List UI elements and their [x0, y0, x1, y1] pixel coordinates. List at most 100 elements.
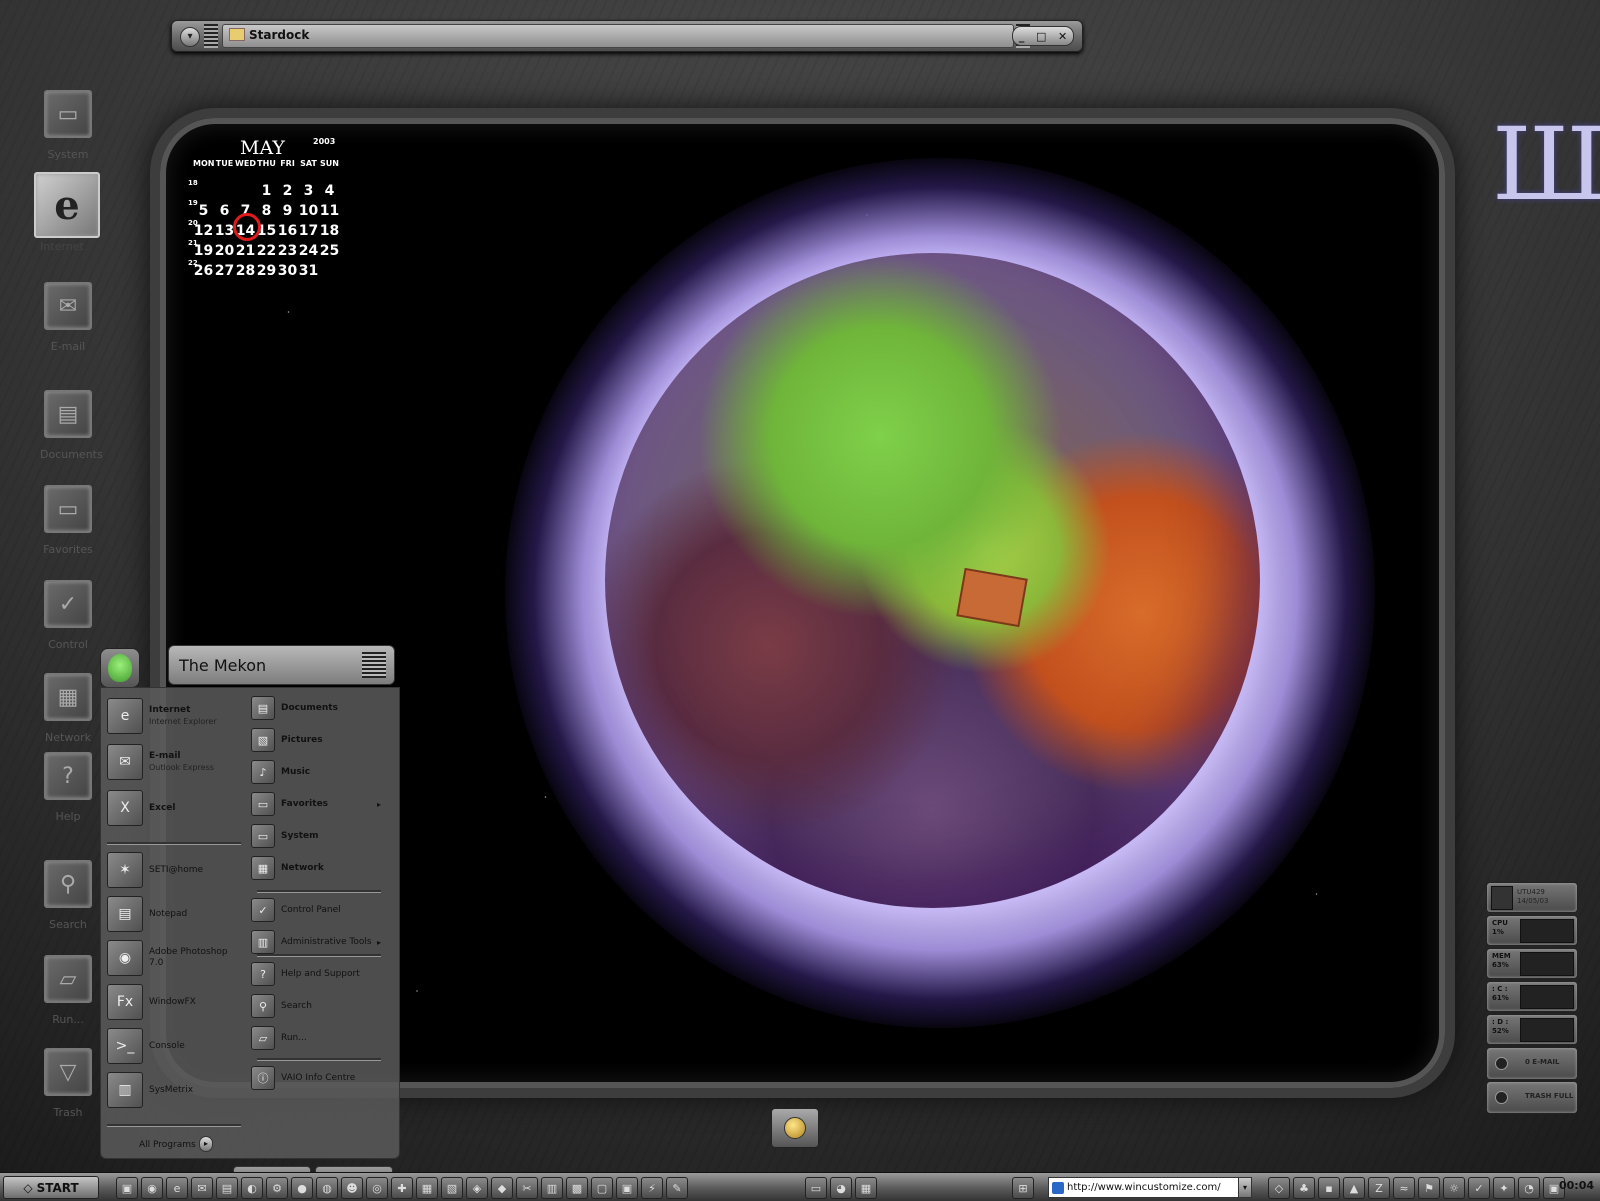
calendar-day[interactable]: 18	[319, 223, 340, 239]
start-menu-item[interactable]: ▥ Administrative Tools ▸	[251, 930, 387, 954]
start-menu-item[interactable]: Fx WindowFX	[107, 984, 243, 1020]
start-menu-item[interactable]: ✶ SETI@home	[107, 852, 243, 888]
tray-icon[interactable]: ⚑	[1418, 1177, 1440, 1199]
calendar-day[interactable]	[193, 183, 214, 199]
close-icon[interactable]: ✕	[1058, 30, 1067, 43]
calendar-day[interactable]: 19	[193, 243, 214, 259]
calendar-day[interactable]: 5	[193, 203, 214, 219]
calendar-day[interactable]: 9	[277, 203, 298, 219]
calendar-day[interactable]: 4	[319, 183, 340, 199]
calendar-day[interactable]	[214, 183, 235, 199]
start-menu-item[interactable]: ▤ Notepad	[107, 896, 243, 932]
start-menu-item[interactable]: ▤ Documents	[251, 696, 387, 720]
quick-launch-icon[interactable]: ◆	[491, 1177, 513, 1199]
desktop-item-network[interactable]: ▦ Network	[40, 673, 96, 744]
start-menu-item[interactable]: ⚲ Search	[251, 994, 387, 1018]
calendar-day[interactable]: 12	[193, 223, 214, 239]
calendar-day[interactable]: 3	[298, 183, 319, 199]
quick-launch-icon[interactable]: e	[166, 1177, 188, 1199]
calendar-day[interactable]: 23	[277, 243, 298, 259]
tray-icon[interactable]: Z	[1368, 1177, 1390, 1199]
tray-icon[interactable]: ▪	[1318, 1177, 1340, 1199]
start-menu-item[interactable]: ◉ Adobe Photoshop 7.0	[107, 940, 243, 976]
start-menu-item[interactable]: e Internet Internet Explorer	[107, 698, 243, 734]
calendar-day[interactable]: 8	[256, 203, 277, 219]
start-menu-item[interactable]: ♪ Music	[251, 760, 387, 784]
start-menu-item[interactable]: ▥ SysMetrix	[107, 1072, 243, 1108]
email-button[interactable]: 0 E-MAIL	[1486, 1047, 1578, 1080]
calendar-day[interactable]: 6	[214, 203, 235, 219]
calendar-day[interactable]	[235, 183, 256, 199]
calendar-day[interactable]: 31	[298, 263, 319, 279]
calendar-day[interactable]: 2	[277, 183, 298, 199]
quick-launch-icon[interactable]: ◉	[141, 1177, 163, 1199]
window-menu-icon[interactable]: ▾	[180, 27, 200, 47]
trash-button[interactable]: TRASH FULL	[1486, 1081, 1578, 1114]
calendar-day[interactable]: 11	[319, 203, 340, 219]
start-menu-item[interactable]: ▭ Favorites ▸	[251, 792, 387, 816]
start-menu-item[interactable]: ✉ E-mail Outlook Express	[107, 744, 243, 780]
tray-icon[interactable]: ▲	[1343, 1177, 1365, 1199]
calendar-day[interactable]: 30	[277, 263, 298, 279]
stardock-window-bar[interactable]: ▾ Stardock _ □ ✕	[171, 20, 1083, 52]
quick-launch-icon[interactable]: ◈	[466, 1177, 488, 1199]
desktop-item-favorites[interactable]: ▭ Favorites	[40, 485, 96, 556]
desktop-item-system[interactable]: ▭ System	[40, 90, 96, 161]
start-menu-item[interactable]: X Excel	[107, 790, 243, 826]
quick-launch-icon[interactable]: ▢	[591, 1177, 613, 1199]
quick-launch-icon[interactable]: ✎	[666, 1177, 688, 1199]
user-avatar[interactable]	[100, 648, 140, 688]
quick-launch-icon[interactable]: ▦	[416, 1177, 438, 1199]
calendar-day[interactable]: 16	[277, 223, 298, 239]
desktop-item-search[interactable]: ⚲ Search	[40, 860, 96, 931]
quick-launch-icon[interactable]: ▣	[116, 1177, 138, 1199]
address-bar-toggle-icon[interactable]: ⊞	[1012, 1177, 1034, 1199]
tray-icon[interactable]: ☼	[1443, 1177, 1465, 1199]
tray-icon[interactable]: ◇	[1268, 1177, 1290, 1199]
quick-launch-icon[interactable]: ▣	[616, 1177, 638, 1199]
calendar-day[interactable]: 10	[298, 203, 319, 219]
start-menu-item[interactable]: ▱ Run...	[251, 1026, 387, 1050]
start-button[interactable]: ◇ START	[3, 1176, 99, 1199]
address-dropdown-icon[interactable]: ▾	[1238, 1177, 1252, 1198]
address-bar[interactable]: http://www.wincustomize.com/	[1048, 1177, 1240, 1198]
calendar-day[interactable]: 13	[214, 223, 235, 239]
calendar-day[interactable]	[319, 263, 340, 279]
folder-task-icon[interactable]: ▭	[805, 1177, 827, 1199]
quick-launch-icon[interactable]: ▤	[216, 1177, 238, 1199]
center-orb-button[interactable]	[771, 1108, 819, 1148]
minimize-icon[interactable]: _	[1019, 30, 1025, 43]
tray-icon[interactable]: ✓	[1468, 1177, 1490, 1199]
calendar-day[interactable]: 17	[298, 223, 319, 239]
desktop-item-email[interactable]: ✉ E-mail	[40, 282, 96, 353]
maximize-icon[interactable]: □	[1036, 30, 1046, 43]
media-task-icon[interactable]: ◕	[830, 1177, 852, 1199]
calendar-day[interactable]: 27	[214, 263, 235, 279]
all-programs-arrow-icon[interactable]: ▸	[199, 1136, 213, 1152]
start-menu-item[interactable]: ? Help and Support	[251, 962, 387, 986]
tray-icon[interactable]: ◔	[1518, 1177, 1540, 1199]
quick-launch-icon[interactable]: ●	[291, 1177, 313, 1199]
tray-icon[interactable]: ✦	[1493, 1177, 1515, 1199]
start-menu-item[interactable]: >_ Console	[107, 1028, 243, 1064]
calendar-day[interactable]: 22	[256, 243, 277, 259]
quick-launch-icon[interactable]: ☻	[341, 1177, 363, 1199]
tray-icon[interactable]: ≈	[1393, 1177, 1415, 1199]
start-menu-item[interactable]: ▦ Network	[251, 856, 387, 880]
quick-launch-icon[interactable]: ◍	[316, 1177, 338, 1199]
calendar-day[interactable]: 28	[235, 263, 256, 279]
quick-launch-icon[interactable]: ✂	[516, 1177, 538, 1199]
quick-launch-icon[interactable]: ⚙	[266, 1177, 288, 1199]
calendar-day[interactable]: 21	[235, 243, 256, 259]
window-title-bar[interactable]: Stardock	[222, 24, 1014, 48]
desktop-item-control[interactable]: ✓ Control	[40, 580, 96, 651]
calendar-day[interactable]: 25	[319, 243, 340, 259]
desktop-item-internet[interactable]: e Internet	[34, 172, 100, 253]
quick-launch-icon[interactable]: ◐	[241, 1177, 263, 1199]
desktop-item-help[interactable]: ? Help	[40, 752, 96, 823]
quick-launch-icon[interactable]: ▧	[441, 1177, 463, 1199]
window-task-icon[interactable]: ▦	[855, 1177, 877, 1199]
start-menu-item[interactable]: ▧ Pictures	[251, 728, 387, 752]
calendar-day[interactable]: 24	[298, 243, 319, 259]
calendar-day[interactable]: 1	[256, 183, 277, 199]
